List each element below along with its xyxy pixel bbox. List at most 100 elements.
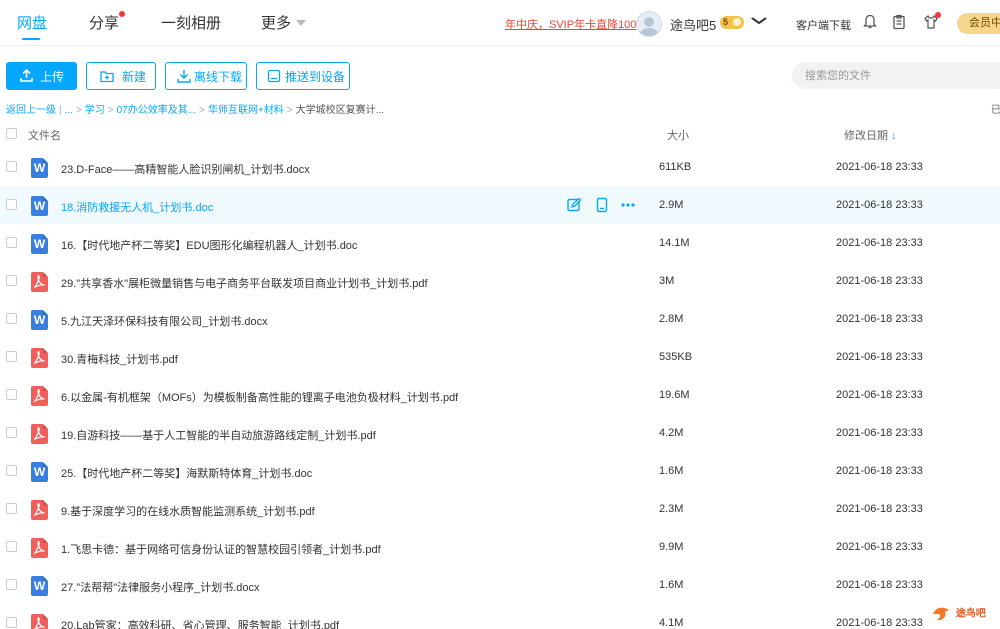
sort-descending-icon: ↓ xyxy=(891,130,897,142)
member-center-button[interactable]: 会员中 xyxy=(957,13,1000,34)
table-row[interactable]: W 25.【时代地产杯二等奖】海默斯特体育_计划书.doc 1.6M 2021-06-… xyxy=(0,452,1000,490)
mobile-device-icon[interactable] xyxy=(594,197,610,213)
file-modified-date: 2021-06-18 23:33 xyxy=(836,541,923,553)
promo-link[interactable]: 年中庆，SVIP年卡直降100 xyxy=(505,16,636,32)
file-modified-date: 2021-06-18 23:33 xyxy=(836,389,923,401)
push-to-device-button[interactable]: 推送到设备 xyxy=(256,62,350,90)
username[interactable]: 途鸟吧5 xyxy=(670,15,716,34)
table-row[interactable]: 9.基于深度学习的在线水质智能监测系统_计划书.pdf 2.3M 2021-06-1… xyxy=(0,490,1000,528)
file-name[interactable]: 27."法帮帮"法律服务小程序_计划书.docx xyxy=(61,579,260,595)
breadcrumb-ellipsis[interactable]: ... xyxy=(65,105,73,116)
file-size: 1.6M xyxy=(659,579,684,591)
file-name[interactable]: 16.【时代地产杯二等奖】EDU图形化编程机器人_计划书.doc xyxy=(61,237,357,253)
table-row[interactable]: 30.青梅科技_计划书.pdf 535KB 2021-06-18 23:33 xyxy=(0,338,1000,376)
new-label: 新建 xyxy=(122,69,147,84)
column-header-size[interactable]: 大小 xyxy=(667,127,689,143)
file-name[interactable]: 29."共享香水"展柜微量销售与电子商务平台联发项目商业计划书_计划书.pdf xyxy=(61,275,428,291)
breadcrumb-item-study[interactable]: 学习 xyxy=(85,105,105,116)
table-row[interactable]: W 5.九江天泽环保科技有限公司_计划书.docx 2.8M 2021-06-18 2… xyxy=(0,300,1000,338)
file-name[interactable]: 5.九江天泽环保科技有限公司_计划书.docx xyxy=(61,313,268,329)
word-file-icon: W xyxy=(31,158,48,178)
tab-more[interactable]: 更多 xyxy=(261,12,291,33)
file-name[interactable]: 9.基于深度学习的在线水质智能监测系统_计划书.pdf xyxy=(61,503,315,519)
row-checkbox[interactable] xyxy=(6,617,17,628)
more-options-icon[interactable] xyxy=(620,197,636,213)
file-name[interactable]: 19.自游科技——基于人工智能的半自动旅游路线定制_计划书.pdf xyxy=(61,427,376,443)
row-checkbox[interactable] xyxy=(6,161,17,172)
upload-icon xyxy=(20,69,33,82)
file-name[interactable]: 6.以金属-有机框架（MOFs）为模板制备高性能的锂离子电池负极材料_计划书.p… xyxy=(61,389,458,405)
pdf-file-icon xyxy=(31,614,48,629)
search-input[interactable] xyxy=(792,62,1000,89)
file-name[interactable]: 18.消防救援无人机_计划书.doc xyxy=(61,199,213,215)
table-row[interactable]: 20.Lab管家：高效科研、省心管理、服务智能_计划书.pdf 4.1M 2021-… xyxy=(0,604,1000,629)
vip-level: 5 xyxy=(723,17,729,27)
table-row[interactable]: W 23.D-Face——高精智能人脸识别闸机_计划书.docx 611KB 2021… xyxy=(0,148,1000,186)
file-modified-date: 2021-06-18 23:33 xyxy=(836,427,923,439)
edit-icon[interactable] xyxy=(566,197,582,213)
breadcrumb-back-link[interactable]: 返回上一级 xyxy=(6,105,56,116)
pdf-file-icon xyxy=(31,424,48,444)
client-download-link[interactable]: 客户端下载 xyxy=(796,17,851,33)
table-row[interactable]: 19.自游科技——基于人工智能的半自动旅游路线定制_计划书.pdf 4.2M 202… xyxy=(0,414,1000,452)
upload-label: 上传 xyxy=(40,69,65,84)
user-menu-chevron-down-icon[interactable] xyxy=(751,17,768,25)
table-row[interactable]: 6.以金属-有机框架（MOFs）为模板制备高性能的锂离子电池负极材料_计划书.p… xyxy=(0,376,1000,414)
file-name[interactable]: 25.【时代地产杯二等奖】海默斯特体育_计划书.doc xyxy=(61,465,312,481)
file-modified-date: 2021-06-18 23:33 xyxy=(836,617,923,629)
file-size: 2.8M xyxy=(659,313,684,325)
clipboard-icon[interactable] xyxy=(891,14,907,30)
tab-netdisk[interactable]: 网盘 xyxy=(17,12,47,33)
tab-photo-album[interactable]: 一刻相册 xyxy=(161,12,221,33)
file-modified-date: 2021-06-18 23:33 xyxy=(836,161,923,173)
breadcrumb-item-office[interactable]: 07办公效率及其... xyxy=(117,105,196,116)
pdf-file-icon xyxy=(31,386,48,406)
bell-icon[interactable] xyxy=(862,14,878,30)
row-checkbox[interactable] xyxy=(6,275,17,286)
tab-share[interactable]: 分享 xyxy=(89,12,119,33)
offline-download-button[interactable]: 离线下载 xyxy=(165,62,247,90)
file-modified-date: 2021-06-18 23:33 xyxy=(836,237,923,249)
file-name[interactable]: 20.Lab管家：高效科研、省心管理、服务智能_计划书.pdf xyxy=(61,617,339,629)
active-tab-underline xyxy=(22,38,40,40)
select-all-checkbox[interactable] xyxy=(6,128,17,139)
column-header-name[interactable]: 文件名 xyxy=(28,127,61,143)
file-name[interactable]: 30.青梅科技_计划书.pdf xyxy=(61,351,178,367)
row-checkbox[interactable] xyxy=(6,541,17,552)
file-size: 9.9M xyxy=(659,541,684,553)
row-checkbox[interactable] xyxy=(6,389,17,400)
edge-text: 已 xyxy=(991,105,1000,116)
table-row[interactable]: W 18.消防救援无人机_计划书.doc 2.9M 2021-06-18 23:33 xyxy=(0,186,1000,224)
avatar[interactable] xyxy=(636,11,662,37)
file-size: 3M xyxy=(659,275,675,287)
table-row[interactable]: 29."共享香水"展柜微量销售与电子商务平台联发项目商业计划书_计划书.pdf 3… xyxy=(0,262,1000,300)
row-checkbox[interactable] xyxy=(6,313,17,324)
download-icon xyxy=(177,70,191,83)
new-folder-icon xyxy=(100,71,114,83)
row-checkbox[interactable] xyxy=(6,237,17,248)
table-row[interactable]: W 16.【时代地产杯二等奖】EDU图形化编程机器人_计划书.doc 14.1M 20… xyxy=(0,224,1000,262)
row-checkbox[interactable] xyxy=(6,427,17,438)
row-checkbox[interactable] xyxy=(6,579,17,590)
vip-level-badge: 5 xyxy=(720,16,744,29)
row-checkbox[interactable] xyxy=(6,503,17,514)
upload-button[interactable]: 上传 xyxy=(6,62,77,90)
row-checkbox[interactable] xyxy=(6,199,17,210)
table-row[interactable]: W 27."法帮帮"法律服务小程序_计划书.docx 1.6M 2021-06-18 … xyxy=(0,566,1000,604)
breadcrumb-item-materials[interactable]: 华师互联网+材料 xyxy=(208,105,284,116)
file-name[interactable]: 23.D-Face——高精智能人脸识别闸机_计划书.docx xyxy=(61,161,310,177)
table-row[interactable]: 1.飞思卡德：基于网络可信身份认证的智慧校园引领者_计划书.pdf 9.9M 202… xyxy=(0,528,1000,566)
file-size: 1.6M xyxy=(659,465,684,477)
file-modified-date: 2021-06-18 23:33 xyxy=(836,313,923,325)
file-modified-date: 2021-06-18 23:33 xyxy=(836,351,923,363)
file-size: 535KB xyxy=(659,351,693,363)
device-icon xyxy=(267,69,281,83)
row-checkbox[interactable] xyxy=(6,351,17,362)
new-button[interactable]: 新建 xyxy=(86,62,156,90)
file-name[interactable]: 1.飞思卡德：基于网络可信身份认证的智慧校园引领者_计划书.pdf xyxy=(61,541,381,557)
file-modified-date: 2021-06-18 23:33 xyxy=(836,199,923,211)
row-checkbox[interactable] xyxy=(6,465,17,476)
breadcrumb: 返回上一级 |... > 学习 >07办公效率及其... > 华师互联网+材料 > 大学城校区复… xyxy=(6,105,384,116)
file-size: 2.3M xyxy=(659,503,684,515)
column-header-date[interactable]: 修改日期 ↓ xyxy=(844,127,897,143)
